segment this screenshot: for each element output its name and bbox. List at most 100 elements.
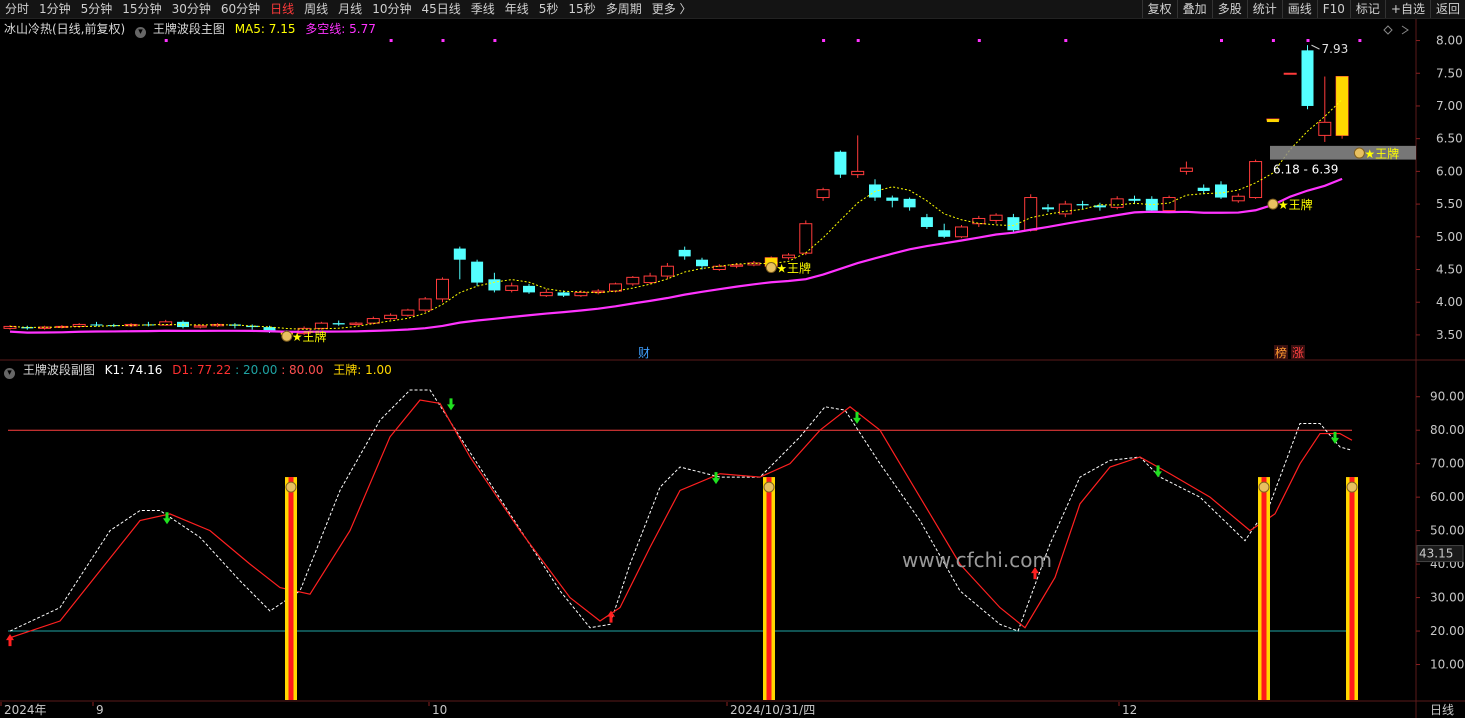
- candle-body-up: [660, 265, 674, 277]
- cai-tag: 财: [638, 346, 650, 360]
- money-bag-icon: [763, 481, 775, 493]
- candle-body-up: [955, 226, 968, 238]
- price-tick-label: 3.50: [1436, 328, 1463, 342]
- osc-tick-label: 30.00: [1430, 591, 1464, 605]
- candle-body-up: [972, 217, 986, 225]
- wangpai-bar-core: [288, 477, 294, 700]
- dkx-line: [9, 177, 1343, 334]
- price-tick-label: 8.00: [1436, 34, 1463, 48]
- candle-body-down: [1197, 187, 1210, 191]
- wangpai-tag: ★王牌: [1278, 198, 1313, 212]
- osc-tick-label: 20.00: [1430, 624, 1464, 638]
- candle-body-up: [1231, 195, 1245, 202]
- sell-arrow-icon: [447, 398, 455, 411]
- osc-tick-label: 10.00: [1430, 658, 1464, 672]
- sell-arrow-icon: [853, 411, 861, 424]
- candle-body-down: [246, 325, 259, 328]
- money-bag-icon: [285, 481, 297, 493]
- zhang-tag: 涨: [1292, 345, 1304, 360]
- top-marker-dot: [856, 39, 860, 42]
- d1-line: [9, 399, 1353, 639]
- wangpai-bar-core: [1349, 477, 1355, 700]
- candle-body-down: [678, 249, 691, 257]
- wangpai-bar-core: [766, 477, 772, 700]
- sell-arrow-icon: [1154, 465, 1162, 478]
- candle-body-down: [886, 197, 899, 201]
- candle-body-up: [349, 322, 363, 325]
- candle-body-up: [193, 325, 207, 328]
- buy-arrow-icon: [6, 634, 14, 647]
- candle-body-up: [730, 264, 744, 267]
- kline-chart[interactable]: 8.00 7.50 7.00 6.50 6.00 5.50 5.00 4.50 4.00 3.50…: [0, 0, 1465, 718]
- candle-body-up: [851, 170, 865, 176]
- money-bag-icon: [1353, 147, 1365, 159]
- osc-tick-label: 90.00: [1430, 390, 1464, 404]
- diamond-icon: [1383, 25, 1393, 35]
- candle-body-up: [816, 189, 830, 199]
- candle-body-up: [1318, 121, 1332, 136]
- candle-body-up: [591, 290, 605, 293]
- money-bag-icon: [1258, 481, 1270, 493]
- candle-body-up: [643, 275, 657, 284]
- top-marker-dot: [389, 39, 393, 42]
- candle-body-down: [332, 323, 345, 325]
- date-label: 9: [96, 703, 104, 717]
- candle-body-up: [782, 254, 795, 259]
- candle-body-up: [799, 223, 813, 254]
- candle-body-up: [505, 285, 519, 291]
- candle-body-up: [1024, 197, 1038, 231]
- annotation-layer: 7.93 6.18 - 6.39 ★王牌 ★王牌 ★王牌 ★王牌财 榜涨: [164, 25, 1416, 360]
- candle-body-down: [1042, 207, 1054, 210]
- osc-current-value: 43.15: [1419, 547, 1453, 561]
- top-marker-dot: [977, 39, 981, 42]
- wangpai-bar-core: [1261, 477, 1267, 700]
- candle-body-down: [1215, 184, 1227, 198]
- top-marker-dot: [164, 39, 168, 42]
- candle-body-down: [938, 230, 951, 237]
- candle-body-down: [920, 217, 933, 227]
- candle-body-up: [626, 276, 640, 285]
- candle-body-up: [38, 326, 52, 329]
- candle-body-up: [989, 214, 1003, 221]
- candle-body-up: [1162, 197, 1176, 212]
- date-label: 12: [1122, 703, 1137, 717]
- ma5-line: [9, 99, 1343, 330]
- osc-tick-label: 80.00: [1430, 423, 1464, 437]
- high-leader: [1311, 44, 1320, 50]
- candle-body-down: [523, 285, 535, 293]
- signal-candle: [1336, 76, 1349, 136]
- axis-layer: 8.00 7.50 7.00 6.50 6.00 5.50 5.00 4.50 4.00 3.50…: [0, 34, 1464, 717]
- candle-body-down: [696, 259, 708, 267]
- candle-body-down: [557, 292, 570, 296]
- bang-tag: 榜: [1275, 345, 1287, 360]
- date-label: 2024/10/31/四: [730, 703, 815, 717]
- top-marker-dot: [1220, 39, 1223, 42]
- price-tick-label: 7.50: [1436, 66, 1463, 80]
- candle-body-down: [834, 151, 847, 175]
- top-marker-dot: [493, 39, 497, 42]
- signal-candle: [1266, 119, 1279, 123]
- candle-body-up: [1179, 167, 1193, 172]
- wangpai-tag: ★王牌: [776, 262, 811, 276]
- candle-body-up: [436, 278, 449, 300]
- high-price-label: 7.93: [1322, 42, 1349, 56]
- candle-body-up: [384, 314, 398, 320]
- k1-line: [9, 389, 1353, 632]
- chevron-right-icon: [1401, 25, 1409, 35]
- osc-tick-label: 60.00: [1430, 490, 1464, 504]
- candle-body-up: [574, 291, 588, 297]
- top-marker-dot: [1306, 39, 1310, 42]
- candle-body-down: [471, 261, 484, 283]
- candle-body-up: [401, 309, 415, 316]
- candle-body-up: [418, 298, 432, 311]
- wangpai-tag: ★王牌: [292, 330, 327, 344]
- candle-body-down: [1076, 204, 1089, 206]
- top-marker-dot: [822, 39, 826, 42]
- candle-body-down: [1145, 198, 1158, 211]
- candle-body-up: [747, 262, 761, 266]
- price-tick-label: 6.50: [1436, 132, 1463, 146]
- top-marker-dot: [1358, 39, 1362, 42]
- top-marker-dot: [1064, 39, 1068, 42]
- candle-body-up: [1058, 203, 1072, 215]
- price-tick-label: 4.50: [1436, 263, 1463, 277]
